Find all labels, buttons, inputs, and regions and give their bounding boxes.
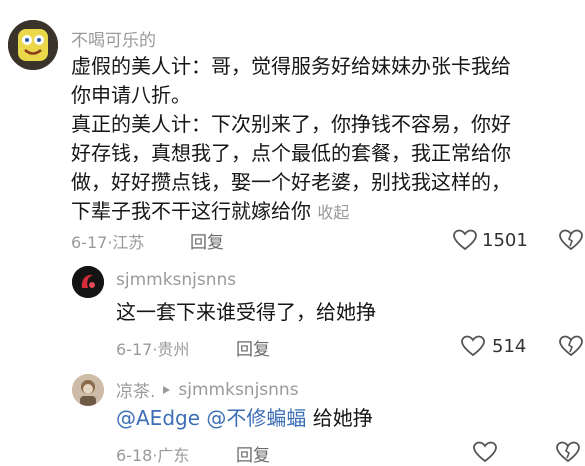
username[interactable]: 不喝可乐的 xyxy=(71,26,156,51)
dislike-heart-icon[interactable] xyxy=(555,440,581,464)
avatar-image xyxy=(72,266,104,298)
comment-location: 江苏 xyxy=(112,233,145,252)
avatar[interactable] xyxy=(8,20,58,70)
comment-header: 凉茶. sjmmksnjsnns xyxy=(116,377,299,403)
comment-meta: 6-17·江苏 xyxy=(71,229,144,253)
avatar[interactable] xyxy=(72,374,104,406)
reply-to-username[interactable]: sjmmksnjsnns xyxy=(178,380,298,400)
like-button[interactable]: 1501 xyxy=(452,228,528,252)
heart-icon xyxy=(461,335,485,357)
dislike-heart-icon[interactable] xyxy=(558,228,584,252)
comment-line: 你申请八折。 xyxy=(71,83,191,107)
heart-icon xyxy=(453,229,477,251)
comment-line: 真正的美人计：下次别来了，你挣钱不容易，你好 xyxy=(71,112,511,136)
comment-line-text: 下辈子我不干这行就嫁给你 xyxy=(71,199,311,223)
comment-text-body: 给她挣 xyxy=(312,406,373,430)
avatar-image xyxy=(72,374,104,406)
comment-meta: 6-17·贵州 xyxy=(116,336,189,360)
comment-line: 好存钱，真想我了，点个最低的套餐，我正常给你 xyxy=(71,141,511,165)
comment-text: @AEdge @不修蝙蝠 给她挣 xyxy=(116,404,373,433)
comment-line: 下辈子我不干这行就嫁给你 收起 xyxy=(71,197,511,227)
comment-location: 贵州 xyxy=(157,340,190,359)
mention-link[interactable]: @不修蝙蝠 xyxy=(206,406,306,430)
heart-icon[interactable] xyxy=(472,440,498,464)
username[interactable]: sjmmksnjsnns xyxy=(116,270,236,290)
comment-location: 广东 xyxy=(157,446,190,465)
reply-arrow-icon xyxy=(163,385,171,394)
comment-date: 6-18 xyxy=(116,446,153,465)
comment-meta: 6-18·广东 xyxy=(116,442,189,466)
comment-date: 6-17 xyxy=(116,340,153,359)
comment-date: 6-17 xyxy=(71,233,108,252)
username[interactable]: 凉茶. xyxy=(116,377,155,402)
comment-line: 做，好好攒点钱，娶一个好老婆，别找我这样的， xyxy=(71,170,511,194)
mention-link[interactable]: @AEdge xyxy=(116,406,200,430)
avatar[interactable] xyxy=(72,266,104,298)
like-button[interactable]: 514 xyxy=(460,334,526,358)
collapse-button[interactable]: 收起 xyxy=(317,203,349,222)
reply-button[interactable]: 回复 xyxy=(190,228,224,253)
reply-button[interactable]: 回复 xyxy=(236,441,270,466)
reply-button[interactable]: 回复 xyxy=(236,335,270,360)
comment-text: 这一套下来谁受得了，给她挣 xyxy=(116,300,376,324)
comment-line: 虚假的美人计：哥，觉得服务好给妹妹办张卡我给 xyxy=(71,54,511,78)
like-count: 514 xyxy=(492,335,527,357)
comment-text: 虚假的美人计：哥，觉得服务好给妹妹办张卡我给 你申请八折。 真正的美人计：下次别… xyxy=(71,52,511,227)
avatar-image xyxy=(8,20,58,70)
like-count: 1501 xyxy=(482,229,528,251)
dislike-heart-icon[interactable] xyxy=(558,334,584,358)
